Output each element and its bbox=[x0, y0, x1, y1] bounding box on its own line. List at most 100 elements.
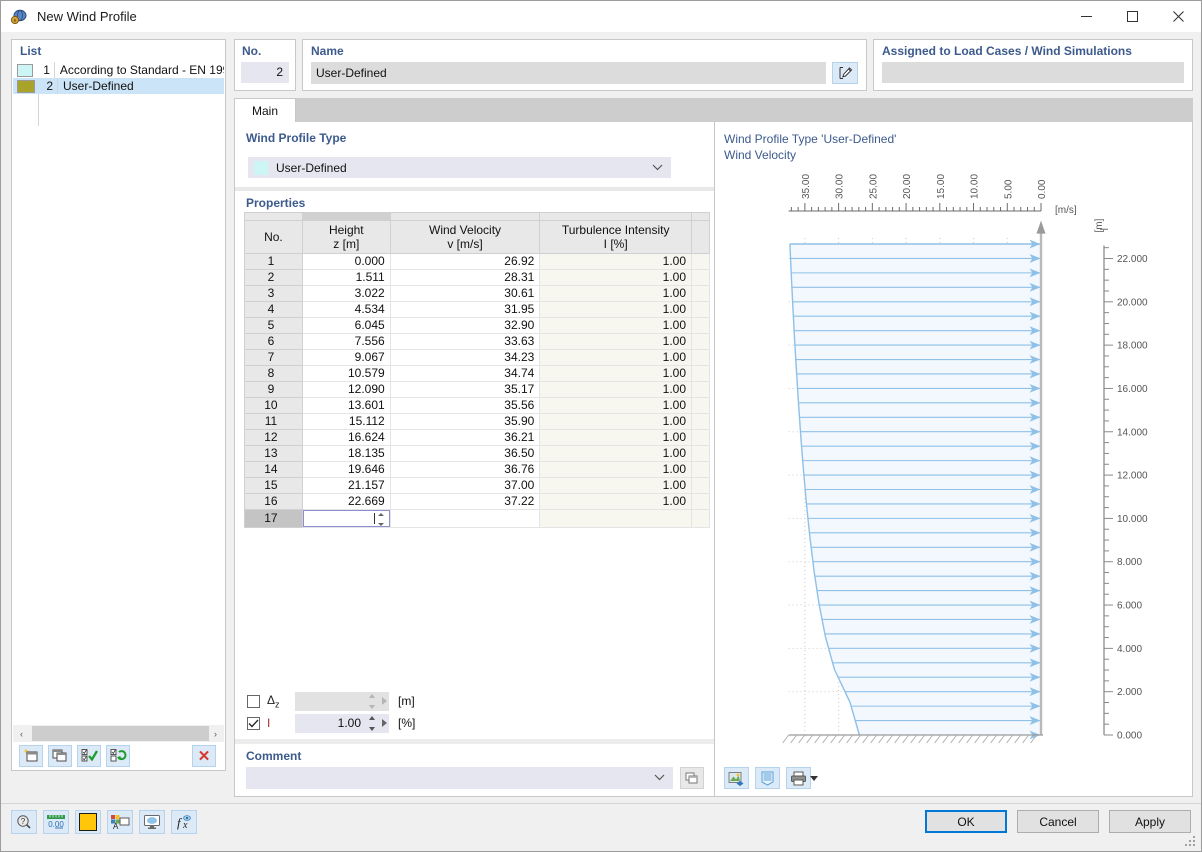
cell-height[interactable]: 13.601 bbox=[301, 397, 391, 414]
cell-turbulence[interactable]: 1.00 bbox=[539, 397, 693, 414]
cancel-button[interactable]: Cancel bbox=[1017, 810, 1099, 833]
cell-no[interactable]: 10 bbox=[244, 397, 303, 414]
delta-z-checkbox[interactable] bbox=[247, 694, 260, 708]
cell-height[interactable]: 4.534 bbox=[301, 301, 391, 318]
cell-height[interactable]: 0.000 bbox=[301, 253, 391, 270]
cell-spacer[interactable] bbox=[691, 317, 710, 334]
cell-height[interactable]: 10.579 bbox=[301, 365, 391, 382]
cell-velocity[interactable]: 31.95 bbox=[389, 301, 541, 318]
cell-spacer[interactable] bbox=[691, 477, 710, 494]
cell-no[interactable]: 7 bbox=[244, 349, 303, 366]
table-row[interactable]: 15 21.157 37.00 1.00 bbox=[244, 477, 710, 494]
wind-profile-type-dropdown[interactable]: User-Defined bbox=[248, 157, 671, 178]
turbulence-field[interactable]: 1.00 bbox=[295, 713, 389, 733]
list-horizontal-scrollbar[interactable]: ‹ › bbox=[13, 725, 224, 742]
cell-no[interactable]: 14 bbox=[244, 461, 303, 478]
cell-no[interactable]: 2 bbox=[244, 269, 303, 286]
cell-turbulence[interactable]: 1.00 bbox=[539, 365, 693, 382]
height-input[interactable] bbox=[302, 510, 390, 527]
scroll-thumb[interactable] bbox=[32, 726, 209, 741]
turbulence-spinner[interactable] bbox=[366, 715, 377, 731]
color-swatch-icon[interactable] bbox=[75, 810, 101, 834]
cell-velocity[interactable]: 36.21 bbox=[389, 429, 541, 446]
height-spinner[interactable] bbox=[377, 513, 386, 526]
cell-velocity[interactable]: 36.50 bbox=[389, 445, 541, 462]
cell-no[interactable]: 3 bbox=[244, 285, 303, 302]
list-item-selected[interactable]: 2 User-Defined bbox=[13, 78, 224, 94]
formula-icon[interactable]: f x bbox=[171, 810, 197, 834]
cell-spacer[interactable] bbox=[691, 445, 710, 462]
invert-selection-icon[interactable] bbox=[106, 744, 130, 767]
table-row[interactable]: 16 22.669 37.22 1.00 bbox=[244, 493, 710, 510]
cell-spacer[interactable] bbox=[691, 461, 710, 478]
table-row[interactable]: 11 15.112 35.90 1.00 bbox=[244, 413, 710, 430]
cell-velocity[interactable]: 37.00 bbox=[389, 477, 541, 494]
cell-turbulence[interactable]: 1.00 bbox=[539, 301, 693, 318]
cell-turbulence[interactable]: 1.00 bbox=[539, 445, 693, 462]
delta-z-spinner[interactable] bbox=[366, 693, 377, 709]
cell-velocity[interactable]: 33.63 bbox=[389, 333, 541, 350]
table-row[interactable]: 14 19.646 36.76 1.00 bbox=[244, 461, 710, 478]
cell-no[interactable]: 15 bbox=[244, 477, 303, 494]
cell-velocity[interactable]: 35.56 bbox=[389, 397, 541, 414]
cell-turbulence[interactable] bbox=[539, 509, 693, 528]
scroll-track[interactable] bbox=[30, 725, 209, 742]
cell-height[interactable]: 6.045 bbox=[301, 317, 391, 334]
scroll-left-icon[interactable]: ‹ bbox=[13, 725, 30, 742]
ok-button[interactable]: OK bbox=[925, 810, 1007, 833]
cell-velocity[interactable] bbox=[389, 509, 541, 528]
minimize-button[interactable] bbox=[1063, 1, 1109, 32]
comment-library-icon[interactable] bbox=[680, 767, 704, 789]
cell-no[interactable]: 8 bbox=[244, 365, 303, 382]
number-field[interactable]: 2 bbox=[241, 62, 289, 83]
cell-turbulence[interactable]: 1.00 bbox=[539, 317, 693, 334]
cell-no[interactable]: 9 bbox=[244, 381, 303, 398]
cell-height[interactable]: 21.157 bbox=[301, 477, 391, 494]
cell-spacer[interactable] bbox=[691, 349, 710, 366]
colors-labels-icon[interactable]: A bbox=[107, 810, 133, 834]
cell-spacer[interactable] bbox=[691, 365, 710, 382]
cell-turbulence[interactable]: 1.00 bbox=[539, 493, 693, 510]
print-dropdown-caret[interactable] bbox=[810, 775, 818, 781]
cell-no[interactable]: 16 bbox=[244, 493, 303, 510]
cell-height[interactable]: 19.646 bbox=[301, 461, 391, 478]
cell-turbulence[interactable]: 1.00 bbox=[539, 381, 693, 398]
table-row[interactable]: 3 3.022 30.61 1.00 bbox=[244, 285, 710, 302]
turbulence-checkbox[interactable] bbox=[247, 716, 260, 730]
table-row[interactable]: 7 9.067 34.23 1.00 bbox=[244, 349, 710, 366]
cell-height[interactable]: 18.135 bbox=[301, 445, 391, 462]
delta-z-field[interactable] bbox=[295, 691, 389, 711]
display-properties-icon[interactable] bbox=[139, 810, 165, 834]
cell-velocity[interactable]: 37.22 bbox=[389, 493, 541, 510]
cell-no[interactable]: 17 bbox=[244, 509, 303, 528]
table-row[interactable]: 2 1.511 28.31 1.00 bbox=[244, 269, 710, 286]
cell-height[interactable]: 16.624 bbox=[301, 429, 391, 446]
cell-velocity[interactable]: 35.17 bbox=[389, 381, 541, 398]
cell-spacer[interactable] bbox=[691, 285, 710, 302]
cell-turbulence[interactable]: 1.00 bbox=[539, 349, 693, 366]
cell-spacer[interactable] bbox=[691, 269, 710, 286]
cell-spacer[interactable] bbox=[691, 413, 710, 430]
table-row[interactable]: 4 4.534 31.95 1.00 bbox=[244, 301, 710, 318]
cell-spacer[interactable] bbox=[691, 397, 710, 414]
assigned-field[interactable] bbox=[882, 62, 1184, 83]
delete-item-button[interactable]: ✕ bbox=[192, 744, 216, 767]
cell-turbulence[interactable]: 1.00 bbox=[539, 413, 693, 430]
edit-pencil-icon[interactable] bbox=[832, 62, 858, 84]
cell-spacer[interactable] bbox=[691, 429, 710, 446]
select-all-icon[interactable] bbox=[77, 744, 101, 767]
decimal-places-icon[interactable]: 0.00 bbox=[43, 810, 69, 834]
resize-grip[interactable] bbox=[1185, 836, 1197, 848]
table-row[interactable]: 8 10.579 34.74 1.00 bbox=[244, 365, 710, 382]
cell-turbulence[interactable]: 1.00 bbox=[539, 269, 693, 286]
table-row[interactable]: 9 12.090 35.17 1.00 bbox=[244, 381, 710, 398]
cell-spacer[interactable] bbox=[691, 301, 710, 318]
cell-no[interactable]: 13 bbox=[244, 445, 303, 462]
print-icon[interactable] bbox=[786, 767, 811, 789]
cell-spacer[interactable] bbox=[691, 493, 710, 510]
cell-turbulence[interactable]: 1.00 bbox=[539, 477, 693, 494]
copy-item-icon[interactable] bbox=[48, 744, 72, 767]
cell-velocity[interactable]: 26.92 bbox=[389, 253, 541, 270]
table-row-editing[interactable]: 17 bbox=[244, 509, 710, 528]
cell-no[interactable]: 6 bbox=[244, 333, 303, 350]
